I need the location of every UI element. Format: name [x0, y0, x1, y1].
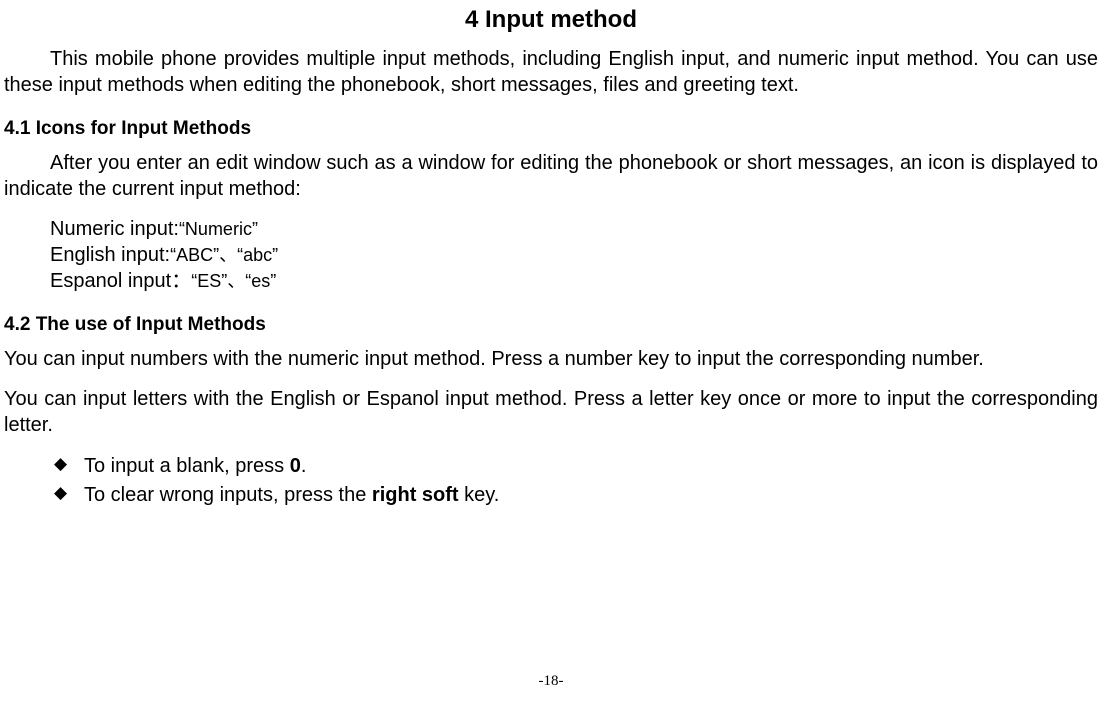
section-4-2-heading: 4.2 The use of Input Methods — [4, 314, 1098, 336]
bullet-1-text-a: To input a blank, press — [84, 455, 290, 477]
section-4-1-heading: 4.1 Icons for Input Methods — [4, 118, 1098, 140]
bullet-1-text-c: . — [301, 455, 307, 477]
page-number: -18- — [0, 673, 1102, 690]
bullet-list: To input a blank, press 0. To clear wron… — [4, 452, 1098, 510]
intro-paragraph: This mobile phone provides multiple inpu… — [4, 46, 1098, 98]
numeric-input-label: Numeric input: — [50, 218, 179, 240]
bullet-1-key: 0 — [290, 455, 301, 477]
section-4-2-p2: You can input letters with the English o… — [4, 386, 1098, 438]
bullet-item-blank: To input a blank, press 0. — [54, 452, 1098, 481]
bullet-2-text-a: To clear wrong inputs, press the — [84, 484, 372, 506]
bullet-item-clear: To clear wrong inputs, press the right s… — [54, 481, 1098, 510]
english-input-icons: “ABC”、“abc” — [170, 245, 278, 265]
espanol-input-icons: “ES”、“es” — [191, 271, 276, 291]
numeric-input-icons: “Numeric” — [179, 219, 258, 239]
bullet-2-text-c: key. — [459, 484, 500, 506]
espanol-input-label: Espanol input： — [50, 270, 191, 292]
english-input-label: English input: — [50, 244, 170, 266]
section-4-2-p1: You can input numbers with the numeric i… — [4, 346, 1098, 372]
section-4-1-lead: After you enter an edit window such as a… — [4, 150, 1098, 202]
english-input-line: English input:“ABC”、“abc” — [4, 242, 1098, 268]
chapter-title: 4 Input method — [4, 6, 1098, 34]
bullet-2-key: right soft — [372, 484, 459, 506]
numeric-input-line: Numeric input:“Numeric” — [4, 216, 1098, 242]
espanol-input-line: Espanol input：“ES”、“es” — [4, 268, 1098, 294]
